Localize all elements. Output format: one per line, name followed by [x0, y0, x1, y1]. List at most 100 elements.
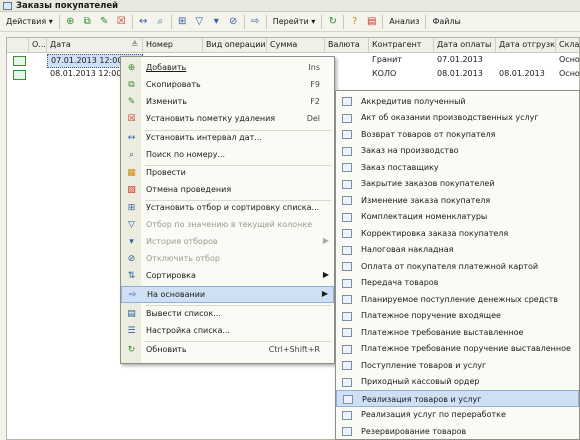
menu-item-shortcut: Del — [306, 114, 320, 123]
based-on-submenu: Аккредитив полученный Акт об оказании пр… — [335, 90, 580, 440]
column-header-icon[interactable] — [7, 38, 29, 53]
submenu-item-label: Реализация товаров и услуг — [362, 394, 482, 404]
submenu-item[interactable]: Планируемое поступление денежных средств — [336, 291, 579, 308]
add-icon[interactable]: ⊕ — [63, 14, 78, 29]
menu-item-print-list[interactable]: ▤ Вывести список... — [121, 306, 334, 323]
submenu-item[interactable]: Закрытие заказов покупателей — [336, 176, 579, 193]
column-header-contractor[interactable]: Контрагент — [369, 38, 434, 53]
menu-item-delete-mark[interactable]: ☒ Установить пометку удаления Del — [121, 111, 334, 128]
menu-item-filter-value[interactable]: ▽ Отбор по значению в текущей колонке — [121, 217, 334, 234]
print-icon[interactable]: ▤ — [364, 14, 379, 29]
goto-menu-button[interactable]: Перейти ▾ — [269, 17, 320, 26]
document-icon — [342, 196, 352, 205]
submenu-item[interactable]: Резервирование товаров — [336, 423, 579, 439]
cell-contractor[interactable]: КОЛО — [369, 68, 434, 82]
cell-ship-date[interactable] — [496, 54, 556, 68]
analysis-button[interactable]: Анализ — [385, 17, 423, 26]
filter-value-icon[interactable]: ▽ — [192, 14, 207, 29]
filter-sort-icon[interactable]: ⊞ — [175, 14, 190, 29]
help-icon[interactable]: ? — [347, 14, 362, 29]
document-list-icon — [3, 2, 12, 10]
menu-item-date-interval[interactable]: ↔ Установить интервал дат... — [121, 130, 334, 147]
edit-icon[interactable]: ✎ — [97, 14, 112, 29]
submenu-item[interactable]: Заказ на производство — [336, 143, 579, 160]
context-menu: ⊕ Добавить Ins ⧉ Скопировать F9 ✎ Изменить F2 … — [120, 56, 335, 364]
menu-item-refresh[interactable]: ↻ Обновить Ctrl+Shift+R — [121, 342, 334, 359]
filter-history-icon[interactable]: ▾ — [209, 14, 224, 29]
menu-item-sort[interactable]: ⇅ Сортировка ▶ — [121, 268, 334, 285]
menu-item-add[interactable]: ⊕ Добавить Ins — [121, 60, 334, 77]
delete-mark-icon[interactable]: ☒ — [114, 14, 129, 29]
submenu-item[interactable]: Налоговая накладная — [336, 242, 579, 259]
print-list-icon: ▤ — [127, 309, 136, 319]
document-icon — [342, 212, 352, 222]
refresh-icon[interactable]: ↻ — [325, 14, 340, 29]
submenu-item[interactable]: Платежное требование поручение выставлен… — [336, 341, 579, 358]
menu-item-label: Вывести список... — [146, 309, 221, 318]
column-header-date[interactable]: Дата ≙ — [47, 38, 143, 53]
based-on-icon[interactable]: ⇨ — [248, 14, 263, 29]
menu-item-list-settings[interactable]: ☰ Настройка списка... — [121, 323, 334, 340]
list-settings-icon: ☰ — [127, 326, 136, 336]
column-header-warehouse[interactable]: Склад — [556, 38, 580, 53]
menu-item-search-number[interactable]: ⌕ Поиск по номеру... — [121, 147, 334, 164]
cell-warehouse[interactable]: Основ — [556, 68, 580, 82]
menu-item-copy[interactable]: ⧉ Скопировать F9 — [121, 77, 334, 94]
menu-item-filter-off[interactable]: ⊘ Отключить отбор — [121, 251, 334, 268]
submenu-item-highlighted[interactable]: Реализация товаров и услуг — [336, 390, 579, 407]
submenu-item-label: Реализация услуг по переработке — [361, 410, 506, 419]
cell-ship-date[interactable]: 08.01.2013 — [496, 68, 556, 82]
column-header-pay-date[interactable]: Дата оплаты — [434, 38, 496, 53]
menu-item-post[interactable]: ▦ Провести — [121, 165, 334, 182]
submenu-item[interactable]: Корректировка заказа покупателя — [336, 225, 579, 242]
copy-icon[interactable]: ⧉ — [80, 14, 95, 29]
cell-pay-date[interactable]: 07.01.2013 — [434, 54, 496, 68]
menu-item-unpost[interactable]: ▧ Отмена проведения — [121, 182, 334, 199]
submenu-item[interactable]: Реализация услуг по переработке — [336, 407, 579, 424]
menu-item-label: Изменить — [146, 97, 187, 106]
search-icon[interactable]: ⌕ — [153, 14, 168, 29]
delete-mark-icon: ☒ — [127, 114, 136, 124]
sort-icon: ≙ — [131, 40, 138, 49]
column-header-operation[interactable]: Вид операции — [203, 38, 267, 53]
files-button[interactable]: Файлы — [428, 17, 464, 26]
actions-menu-button[interactable]: Действия ▾ — [2, 17, 57, 26]
submenu-item[interactable]: Возврат товаров от покупателя — [336, 126, 579, 143]
document-icon — [342, 262, 352, 271]
submenu-item[interactable]: Платежное требование выставленное — [336, 324, 579, 341]
menu-item-shortcut: Ins — [308, 63, 320, 72]
submenu-item[interactable]: Аккредитив полученный — [336, 93, 579, 110]
submenu-item[interactable]: Комплектация номенклатуры — [336, 209, 579, 226]
submenu-item[interactable]: Оплата от покупателя платежной картой — [336, 258, 579, 275]
column-header-ship-date[interactable]: Дата отгрузки — [496, 38, 556, 53]
submenu-item[interactable]: Поступление товаров и услуг — [336, 357, 579, 374]
submenu-item[interactable]: Изменение заказа покупателя — [336, 192, 579, 209]
cell-warehouse[interactable]: Основ — [556, 54, 580, 68]
date-interval-icon[interactable]: ↔ — [136, 14, 151, 29]
menu-item-filter-history[interactable]: ▾ История отборов ▶ — [121, 234, 334, 251]
column-header-number[interactable]: Номер — [143, 38, 203, 53]
column-header-currency[interactable]: Валюта — [325, 38, 369, 53]
submenu-item[interactable]: Акт об оказании производственных услуг — [336, 110, 579, 127]
cell-contractor[interactable]: Гранит — [369, 54, 434, 68]
filter-off-icon[interactable]: ⊘ — [226, 14, 241, 29]
menu-item-edit[interactable]: ✎ Изменить F2 — [121, 94, 334, 111]
document-icon — [342, 361, 352, 370]
menu-item-based-on[interactable]: ⇨ На основании ▶ — [121, 286, 334, 303]
toolbar-separator — [243, 14, 245, 29]
submenu-item[interactable]: Заказ поставщику — [336, 159, 579, 176]
based-on-icon: ⇨ — [128, 290, 137, 300]
submenu-item-label: Платежное поручение входящее — [361, 311, 501, 320]
submenu-item[interactable]: Платежное поручение входящее — [336, 308, 579, 325]
column-header-sum[interactable]: Сумма — [267, 38, 325, 53]
menu-item-filter-sort[interactable]: ⊞ Установить отбор и сортировку списка... — [121, 200, 334, 217]
column-header-o[interactable]: О... — [29, 38, 47, 53]
menu-item-label: Отбор по значению в текущей колонке — [146, 220, 313, 229]
submenu-item-label: Комплектация номенклатуры — [361, 212, 488, 221]
menu-item-label: Настройка списка... — [146, 326, 231, 335]
cell-pay-date[interactable]: 08.01.2013 — [434, 68, 496, 82]
filter-history-icon: ▾ — [129, 237, 134, 247]
menu-item-label: Установить отбор и сортировку списка... — [146, 203, 320, 212]
submenu-item[interactable]: Приходный кассовый ордер — [336, 374, 579, 391]
submenu-item[interactable]: Передача товаров — [336, 275, 579, 292]
